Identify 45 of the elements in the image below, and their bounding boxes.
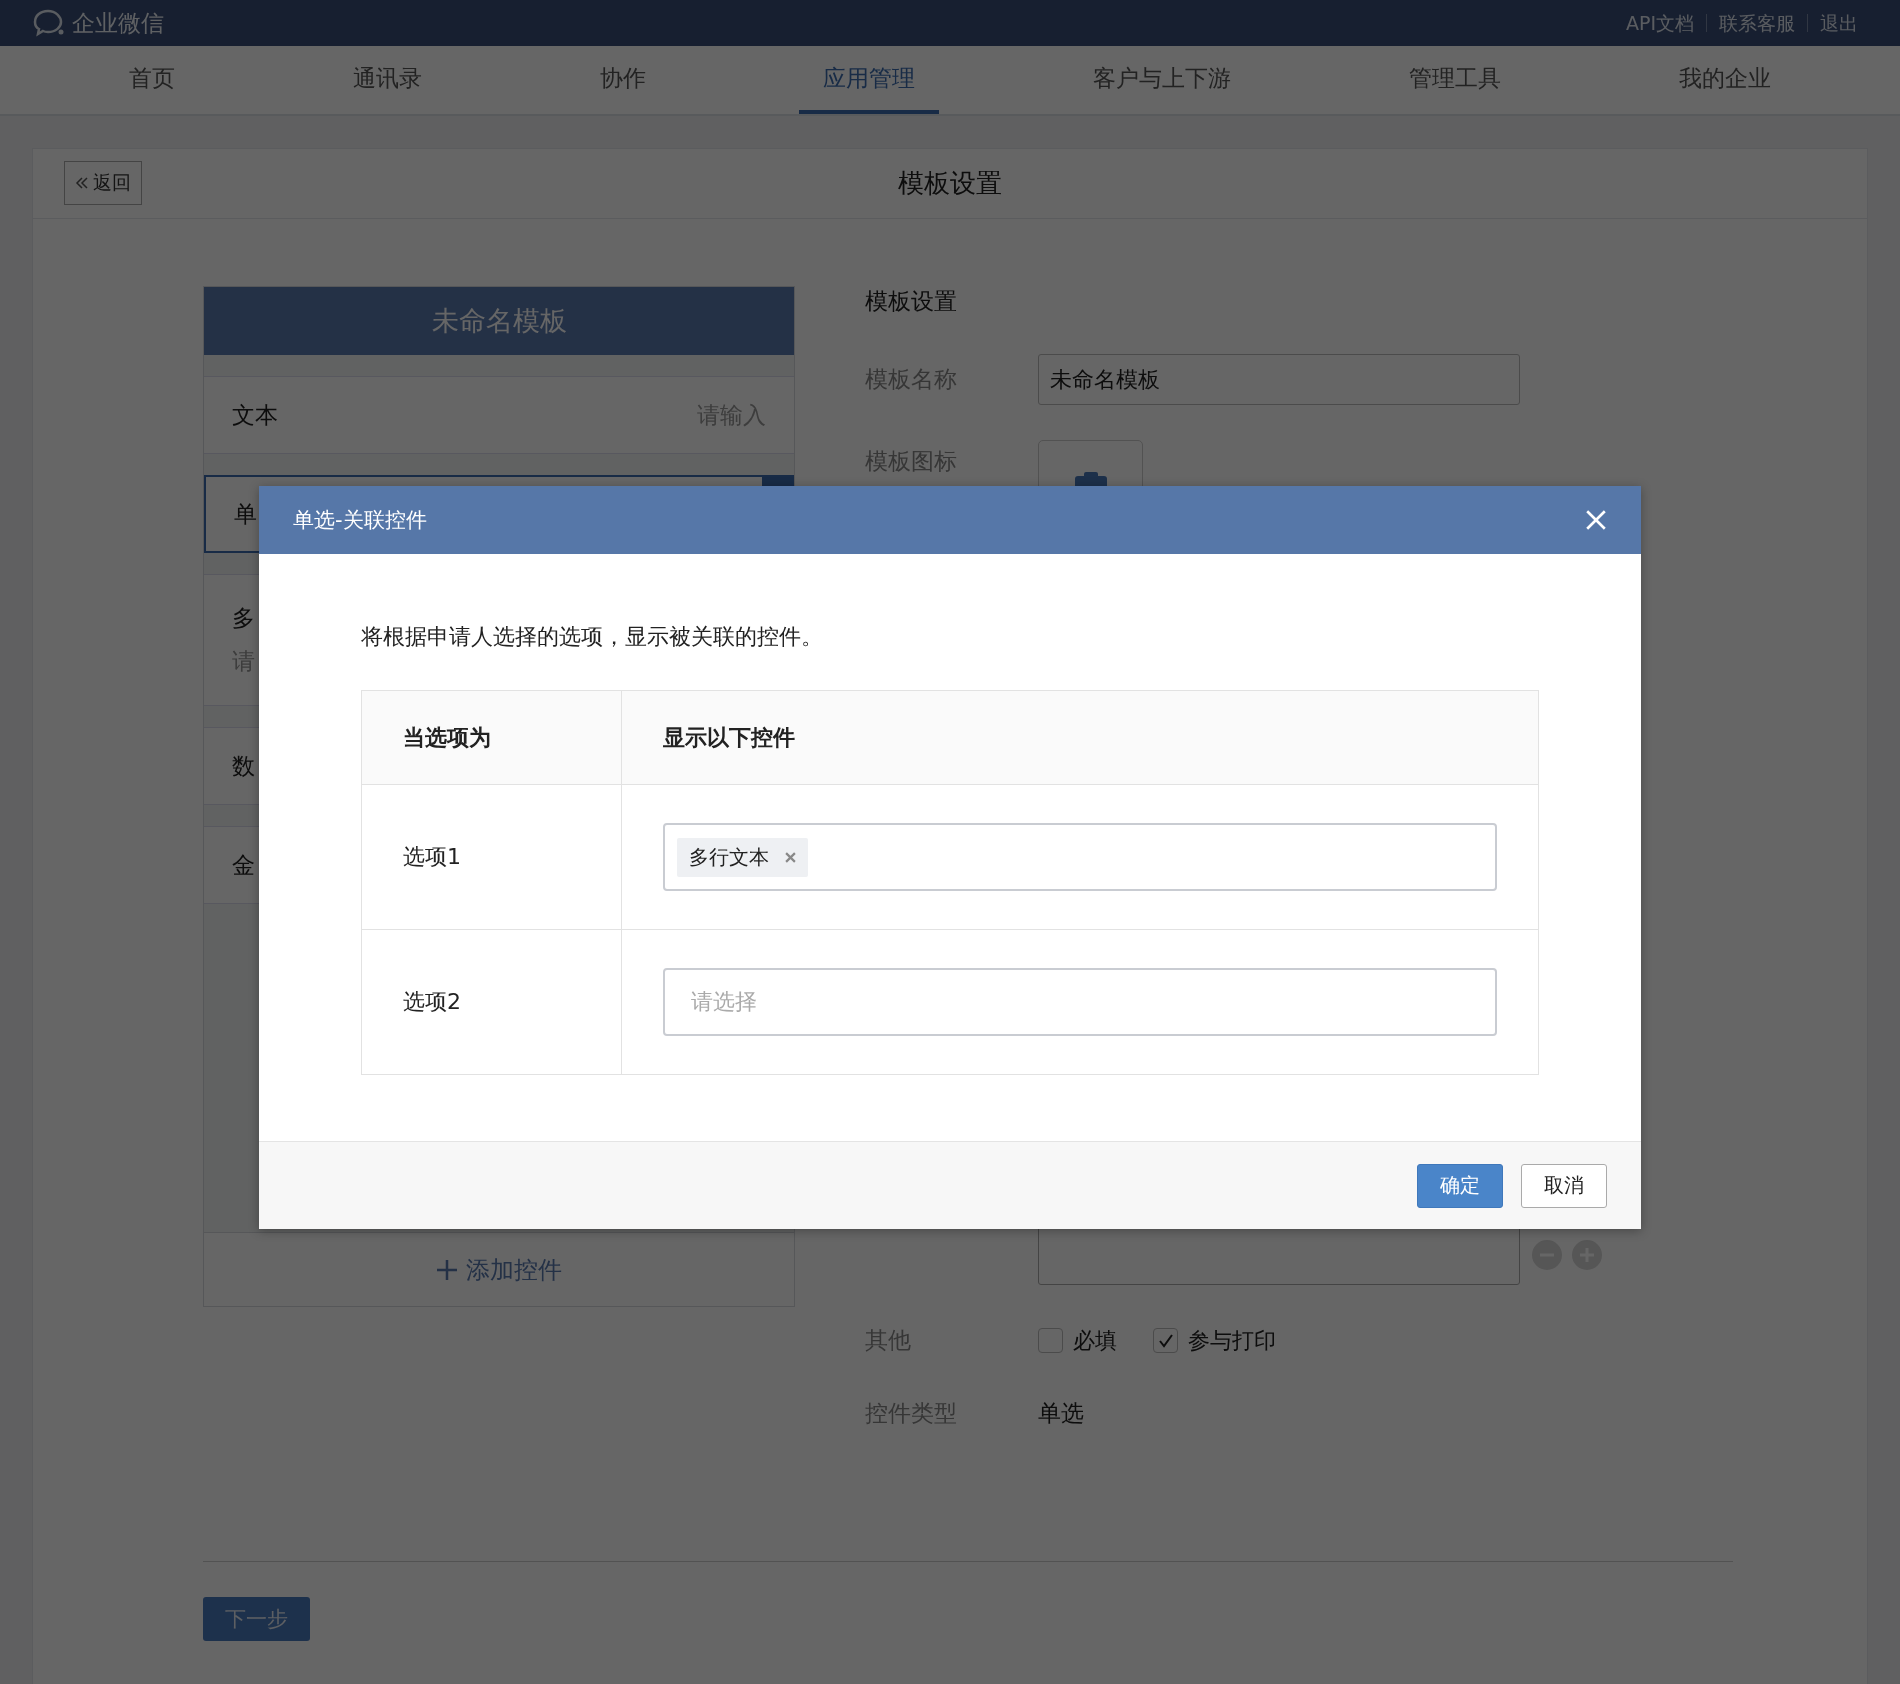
dialog-description: 将根据申请人选择的选项，显示被关联的控件。 [361,623,824,651]
control-tag: 多行文本 [677,837,808,877]
section-heading: 模板设置 [865,287,958,316]
nav-tab[interactable]: 协作 [575,46,670,114]
nav-tab[interactable]: 应用管理 [799,46,940,114]
top-link[interactable]: API文档 [1613,14,1706,32]
confirm-button[interactable]: 确定 [1417,1163,1503,1208]
item-label: 单 [234,499,257,529]
checkbox[interactable] [1153,1328,1178,1353]
nav-tab[interactable]: 我的企业 [1655,46,1795,114]
name-field[interactable]: 未命名模板 [1038,354,1520,405]
nav-tab[interactable]: 管理工具 [1385,46,1526,114]
item-label: 多 [232,604,255,633]
back-button[interactable]: 返回 [64,161,142,205]
item-label: 金 [232,850,255,880]
top-link[interactable]: 联系客服 [1706,14,1807,32]
checkbox-label: 必填 [1073,1326,1117,1355]
option-name: 选项2 [403,988,461,1016]
control-type: 单选 [1038,1399,1084,1428]
close-button[interactable] [1585,509,1607,531]
item-label: 数 [232,751,255,781]
cancel-button[interactable]: 取消 [1521,1163,1607,1208]
item-label: 文本 [232,400,278,430]
close-icon [1585,509,1607,531]
control-picker[interactable]: 多行文本 [663,823,1497,891]
top-link[interactable]: 退出 [1807,14,1870,32]
checkbox[interactable] [1038,1328,1063,1353]
page-title: 模板设置 [898,167,1002,200]
option-name: 选项1 [403,843,461,871]
nav-tab[interactable]: 客户与上下游 [1069,46,1256,114]
add-control-button[interactable]: 添加控件 [204,1232,794,1306]
nav-tab[interactable]: 通讯录 [328,46,446,114]
checkbox-label: 参与打印 [1188,1326,1276,1355]
control-picker[interactable]: 请选择 [663,968,1497,1036]
logo-text: 企业微信 [72,8,164,38]
plus-icon [436,1258,458,1281]
column-header: 显示以下控件 [663,723,795,752]
placeholder: 请选择 [690,988,757,1016]
remove-icon [785,851,796,863]
template-title: 未命名模板 [204,287,794,355]
column-header: 当选项为 [403,723,491,752]
nav-tab[interactable]: 首页 [104,46,199,114]
checkmark-icon [1157,1332,1174,1349]
dialog-title: 单选-关联控件 [293,507,427,534]
double-chevron-icon [75,176,89,190]
